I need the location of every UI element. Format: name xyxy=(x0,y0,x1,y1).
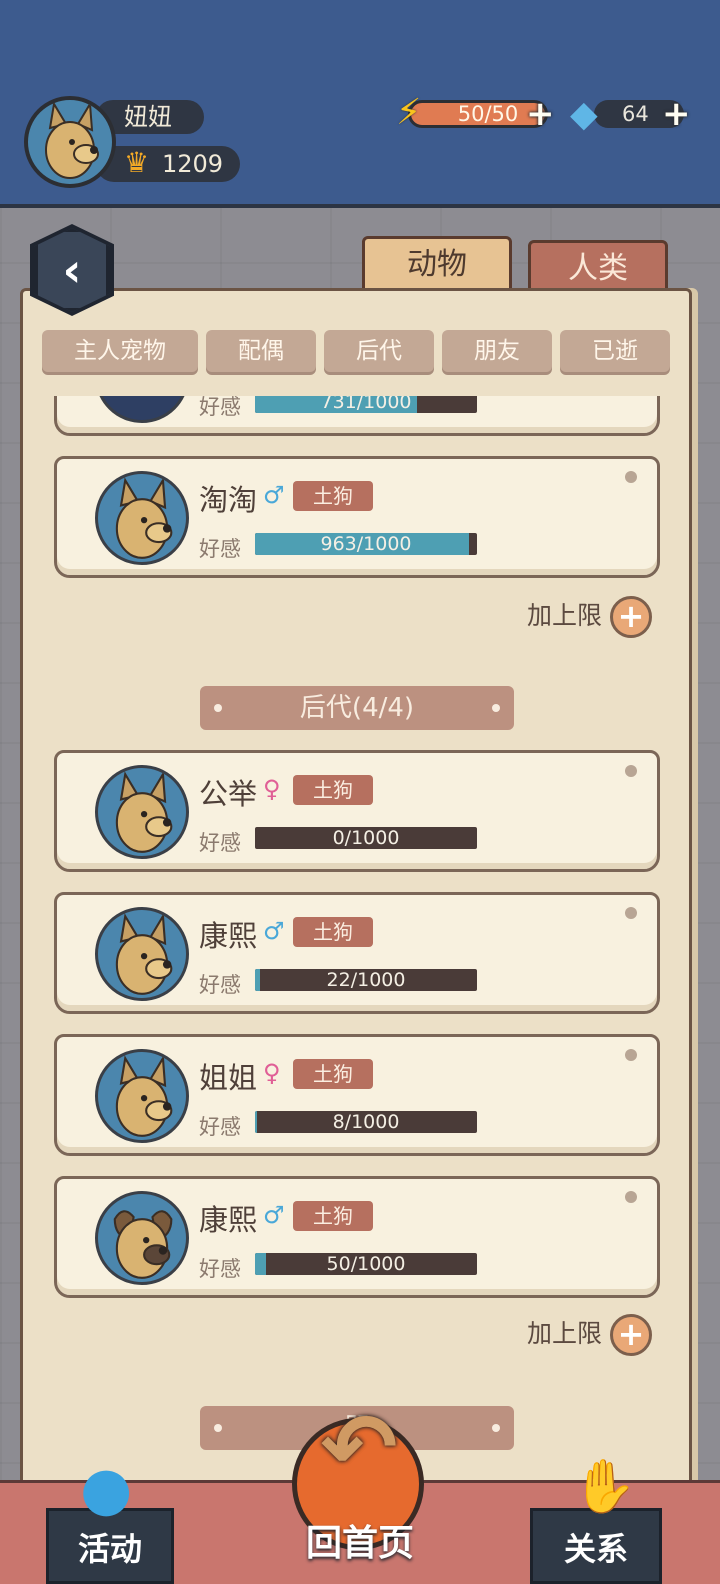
pet-avatar xyxy=(95,1049,189,1143)
add-limit-button[interactable]: 加上限 + xyxy=(527,1314,652,1356)
player-avatar[interactable] xyxy=(24,96,116,188)
add-gems-button[interactable]: + xyxy=(662,97,691,131)
dog-avatar-icon xyxy=(115,476,173,559)
affinity-bar: 0/1000 xyxy=(255,827,477,849)
dog-avatar-icon xyxy=(115,770,173,853)
crown-icon: ♛ xyxy=(124,146,150,179)
nav-relations[interactable]: 关系 xyxy=(530,1508,662,1584)
card-dot xyxy=(625,1049,637,1061)
breed-tag: 土狗 xyxy=(293,1059,373,1089)
affinity-bar: 22/1000 xyxy=(255,969,477,991)
affinity-label: 好感 xyxy=(199,1257,241,1281)
affinity-label: 好感 xyxy=(199,1115,241,1139)
subtab-offspring[interactable]: 后代 xyxy=(324,330,434,372)
plus-icon: + xyxy=(610,596,652,638)
crown-count: 1209 xyxy=(96,146,240,182)
pet-card[interactable]: 姐姐 ♀ 土狗 好感 8/1000 xyxy=(54,1034,660,1156)
subtab-deceased[interactable]: 已逝 xyxy=(560,330,670,372)
tab-animals[interactable]: 动物 xyxy=(362,236,512,294)
affinity-label: 好感 xyxy=(199,537,241,561)
breed-tag: 土狗 xyxy=(293,481,373,511)
pet-name: 公举 xyxy=(199,777,258,811)
pet-avatar xyxy=(95,1191,189,1285)
paw-icon: ✋ xyxy=(572,1457,637,1517)
affinity-label: 好感 xyxy=(199,831,241,855)
return-arrow-icon: ↶ xyxy=(320,1394,398,1501)
add-limit-label: 加上限 xyxy=(526,1319,602,1348)
affinity-label: 好感 xyxy=(199,396,241,419)
subtab-spouse[interactable]: 配偶 xyxy=(206,330,316,372)
affinity-label: 好感 xyxy=(199,973,241,997)
dog-avatar-icon xyxy=(115,912,173,995)
breed-tag: 土狗 xyxy=(293,775,373,805)
pet-avatar xyxy=(95,907,189,1001)
lightning-icon: ⚡ xyxy=(396,92,422,133)
affinity-bar: 8/1000 xyxy=(255,1111,477,1133)
pet-card-partial[interactable]: 好感 731/1000 xyxy=(54,396,660,436)
add-limit-button[interactable]: 加上限 + xyxy=(527,596,652,638)
card-dot xyxy=(625,907,637,919)
pet-avatar xyxy=(95,396,189,423)
pet-card[interactable]: 淘淘 ♂ 土狗 好感 963/1000 xyxy=(54,456,660,578)
breed-tag: 土狗 xyxy=(293,917,373,947)
affinity-value: 22/1000 xyxy=(326,969,406,991)
affinity-value: 0/1000 xyxy=(332,827,400,849)
pet-name: 姐姐 xyxy=(199,1061,258,1095)
affinity-value: 8/1000 xyxy=(332,1111,400,1133)
affinity-value: 50/1000 xyxy=(326,1253,406,1275)
back-arrow-icon: ‹ xyxy=(62,243,82,297)
affinity-value: 731/1000 xyxy=(320,396,412,413)
male-icon: ♂ xyxy=(263,917,285,945)
affinity-bar: 731/1000 xyxy=(255,396,477,413)
pet-avatar xyxy=(95,765,189,859)
card-dot xyxy=(625,1191,637,1203)
subtab-owner-pet[interactable]: 主人宠物 xyxy=(42,330,198,372)
pet-card[interactable]: 公举 ♀ 土狗 好感 0/1000 xyxy=(54,750,660,872)
add-energy-button[interactable]: + xyxy=(526,97,555,131)
pet-list[interactable]: 好感 731/1000 淘淘 ♂ 土狗 好感 963/1000 加上限 + 后代… xyxy=(40,396,676,1486)
home-label[interactable]: 回首页 xyxy=(290,1514,430,1566)
female-icon: ♀ xyxy=(263,1059,281,1087)
dog-avatar-icon xyxy=(113,1210,173,1279)
subtab-friends[interactable]: 朋友 xyxy=(442,330,552,372)
plus-icon: + xyxy=(610,1314,652,1356)
affinity-bar: 963/1000 xyxy=(255,533,477,555)
pet-card[interactable]: 康熙 ♂ 土狗 好感 22/1000 xyxy=(54,892,660,1014)
breed-tag: 土狗 xyxy=(293,1201,373,1231)
pet-card[interactable]: 康熙 ♂ 土狗 好感 50/1000 xyxy=(54,1176,660,1298)
dog-avatar-icon xyxy=(45,100,99,179)
affinity-bar: 50/1000 xyxy=(255,1253,477,1275)
add-limit-label: 加上限 xyxy=(526,601,602,630)
pet-name: 康熙 xyxy=(199,919,258,953)
offspring-section-banner: 后代(4/4) xyxy=(200,686,514,730)
male-icon: ♂ xyxy=(263,481,285,509)
gem-icon: ◆ xyxy=(570,94,598,135)
pet-name: 康熙 xyxy=(199,1203,258,1237)
female-icon: ♀ xyxy=(263,775,281,803)
location-pin-icon: ● xyxy=(80,1454,133,1524)
dog-avatar-icon xyxy=(115,1054,173,1137)
pet-name: 淘淘 xyxy=(199,483,258,517)
pet-avatar xyxy=(95,471,189,565)
male-icon: ♂ xyxy=(263,1201,285,1229)
card-dot xyxy=(625,471,637,483)
card-dot xyxy=(625,765,637,777)
affinity-value: 963/1000 xyxy=(320,533,412,555)
